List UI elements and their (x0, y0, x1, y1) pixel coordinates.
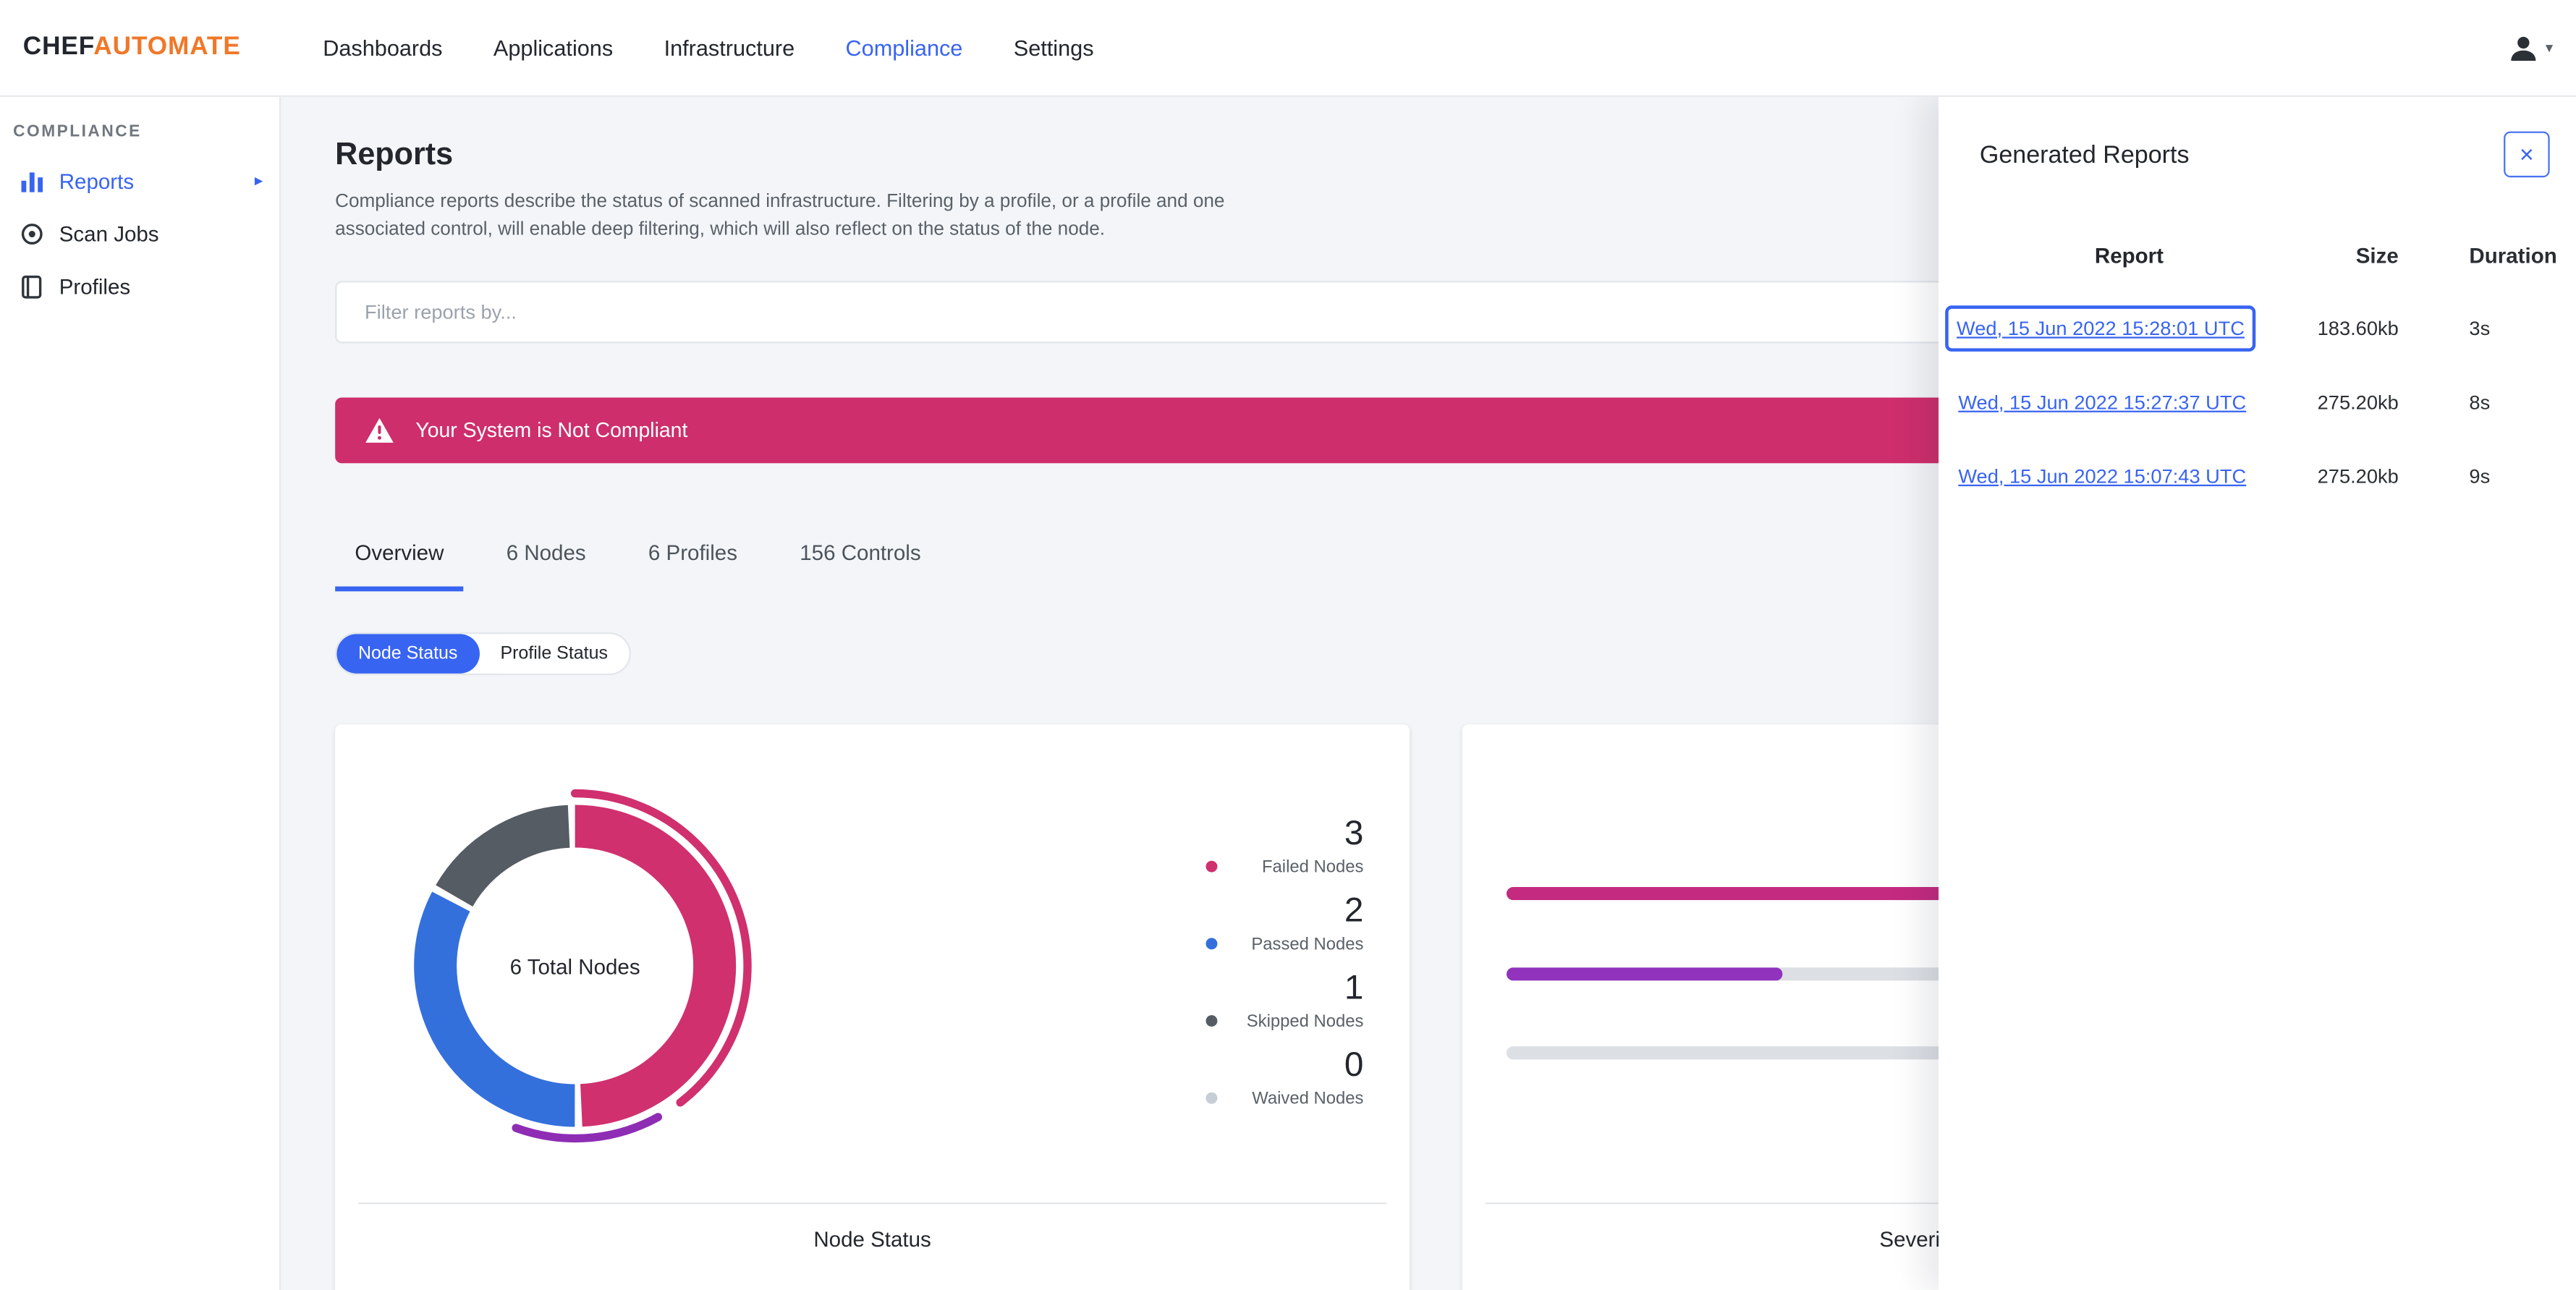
node-status-card: 6 Total Nodes 3 Failed Nodes 2 Passed No… (335, 725, 1410, 1290)
generated-reports-panel: Generated Reports × Report Size Duration… (1939, 96, 2576, 1290)
report-size: 275.20kb (2317, 390, 2399, 414)
app-window: CHEFAUTOMATE Dashboards Applications Inf… (0, 0, 2576, 1290)
tab-nodes[interactable]: 6 Nodes (486, 525, 605, 592)
nav-settings[interactable]: Settings (1014, 35, 1094, 60)
node-status-caption: Node Status (813, 1227, 931, 1252)
sidebar-item-label: Reports (59, 168, 135, 193)
node-status-donut: 6 Total Nodes (335, 726, 815, 1206)
scan-target-icon (21, 222, 43, 244)
waived-dot-icon (1206, 1092, 1218, 1105)
failed-dot-icon (1206, 861, 1218, 873)
table-header-row: Report Size Duration (1958, 218, 2576, 291)
passed-label: Passed Nodes (1251, 935, 1364, 955)
brand-chef: CHEF (22, 33, 94, 61)
sidebar: COMPLIANCE Reports ▸ Scan Jobs Profiles (0, 96, 281, 1290)
tab-overview[interactable]: Overview (335, 525, 464, 593)
sidebar-section-label: COMPLIANCE (13, 123, 142, 142)
nav-applications[interactable]: Applications (493, 35, 613, 60)
report-duration: 3s (2469, 316, 2491, 339)
failed-label: Failed Nodes (1261, 857, 1364, 878)
passed-dot-icon (1206, 938, 1218, 951)
sidebar-item-scan-jobs[interactable]: Scan Jobs (0, 207, 279, 260)
report-download-link[interactable]: Wed, 15 Jun 2022 15:28:01 UTC (1957, 316, 2245, 339)
sidebar-item-profiles[interactable]: Profiles (0, 260, 279, 313)
column-header-size: Size (2355, 242, 2399, 267)
close-icon: × (2519, 140, 2534, 169)
top-nav: CHEFAUTOMATE Dashboards Applications Inf… (0, 0, 2576, 97)
bar-chart-icon (21, 171, 43, 192)
column-header-report: Report (2094, 242, 2164, 267)
sidebar-item-reports[interactable]: Reports ▸ (0, 154, 279, 207)
skipped-dot-icon (1206, 1015, 1218, 1027)
skipped-label: Skipped Nodes (1246, 1012, 1364, 1032)
report-duration: 9s (2469, 464, 2491, 488)
sidebar-item-label: Profiles (59, 273, 131, 299)
nav-dashboards[interactable]: Dashboards (323, 35, 442, 60)
status-toggle: Node Status Profile Status (335, 632, 631, 676)
sidebar-item-label: Scan Jobs (59, 221, 159, 246)
focus-ring: Wed, 15 Jun 2022 15:28:01 UTC (1945, 305, 2256, 351)
skipped-count: 1 (1344, 969, 1364, 1008)
user-menu[interactable]: ▾ (2508, 32, 2554, 63)
user-avatar-icon (2512, 35, 2537, 60)
nav-infrastructure[interactable]: Infrastructure (664, 35, 795, 60)
table-row: Wed, 15 Jun 2022 15:27:37 UTC 275.20kb 8… (1958, 365, 2576, 438)
report-duration: 8s (2469, 390, 2491, 414)
table-row: Wed, 15 Jun 2022 15:07:43 UTC 275.20kb 9… (1958, 438, 2576, 512)
nav-compliance[interactable]: Compliance (846, 35, 963, 60)
waived-label: Waived Nodes (1252, 1090, 1364, 1110)
legend-waived: 0 Waived Nodes (1206, 1045, 1363, 1113)
passed-count: 2 (1344, 892, 1364, 930)
donut-center-label: 6 Total Nodes (509, 954, 640, 979)
report-size: 275.20kb (2317, 464, 2399, 488)
table-row: Wed, 15 Jun 2022 15:28:01 UTC 183.60kb 3… (1945, 291, 2576, 365)
card-divider (357, 1202, 1387, 1205)
primary-nav: Dashboards Applications Infrastructure C… (323, 35, 1093, 60)
legend-passed: 2 Passed Nodes (1206, 891, 1363, 958)
report-download-link[interactable]: Wed, 15 Jun 2022 15:07:43 UTC (1958, 464, 2246, 487)
node-status-pill[interactable]: Node Status (336, 635, 479, 674)
reports-table: Report Size Duration Wed, 15 Jun 2022 15… (1945, 218, 2576, 512)
node-status-legend: 3 Failed Nodes 2 Passed Nodes 1 Skipped … (1206, 814, 1363, 1123)
legend-skipped: 1 Skipped Nodes (1206, 968, 1363, 1035)
warning-triangle-icon (365, 418, 394, 444)
report-size: 183.60kb (2317, 316, 2399, 339)
profile-status-pill[interactable]: Profile Status (478, 635, 630, 674)
report-download-link[interactable]: Wed, 15 Jun 2022 15:27:37 UTC (1958, 390, 2246, 413)
close-panel-button[interactable]: × (2504, 131, 2550, 178)
waived-count: 0 (1344, 1047, 1364, 1085)
tab-profiles[interactable]: 6 Profiles (629, 525, 758, 592)
page-description: Compliance reports describe the status o… (335, 192, 1225, 239)
chevron-down-icon: ▾ (2545, 38, 2554, 56)
failed-count: 3 (1344, 815, 1364, 854)
profiles-book-icon (22, 274, 42, 298)
tab-controls[interactable]: 156 Controls (780, 525, 941, 592)
column-header-duration: Duration (2469, 242, 2557, 267)
alert-text: Your System is Not Compliant (415, 419, 688, 443)
brand-logo[interactable]: CHEFAUTOMATE (23, 33, 241, 62)
panel-title: Generated Reports (1979, 141, 2190, 169)
legend-failed: 3 Failed Nodes (1206, 814, 1363, 881)
brand-automate: AUTOMATE (93, 33, 241, 61)
chevron-right-icon: ▸ (254, 171, 263, 190)
